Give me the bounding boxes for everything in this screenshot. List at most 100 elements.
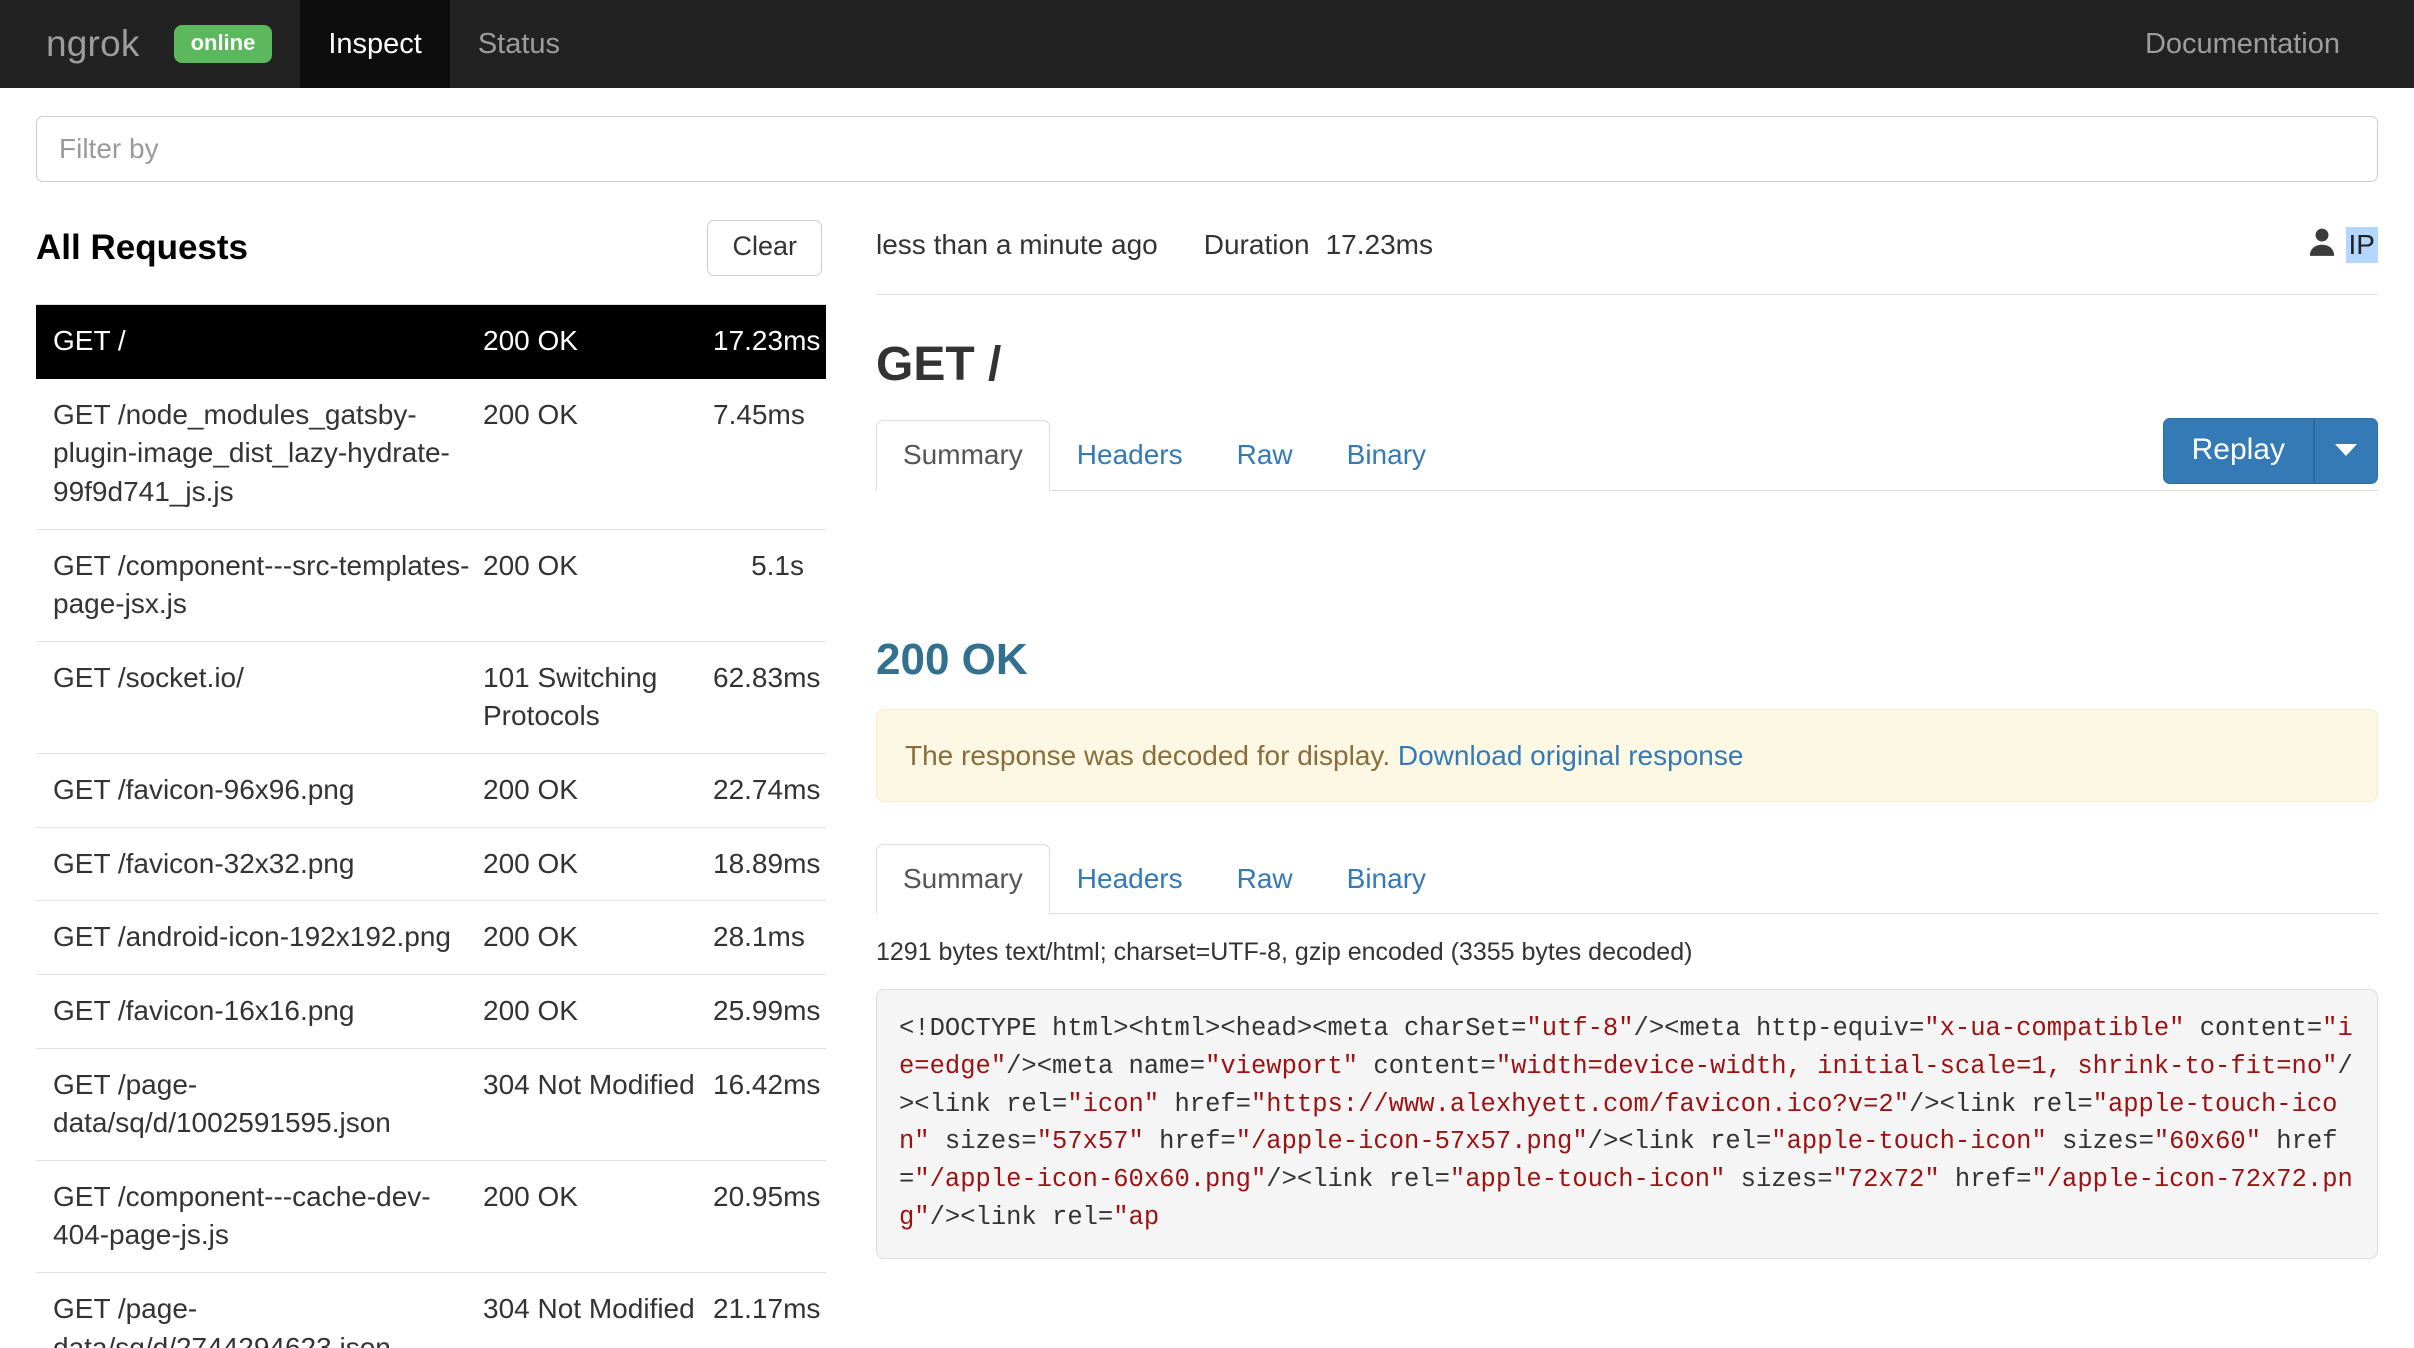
tab-response-raw[interactable]: Raw <box>1210 844 1320 915</box>
timestamp: less than a minute ago <box>876 229 1158 260</box>
request-duration: 22.74ms <box>713 774 821 805</box>
request-duration: 20.95ms <box>713 1180 821 1212</box>
request-status: 304 Not Modified <box>483 1293 695 1324</box>
request-duration: 17.23ms <box>713 325 821 356</box>
response-tabstrip: Summary Headers Raw Binary <box>876 842 2378 915</box>
code-token: "57x57" <box>1036 1127 1144 1157</box>
tab-response-headers[interactable]: Headers <box>1050 844 1210 915</box>
person-icon <box>2308 227 2336 264</box>
request-duration: 21.17ms <box>713 1293 821 1324</box>
meta-divider <box>876 294 2378 295</box>
code-token: "ap <box>1113 1202 1160 1232</box>
duration-label: Duration <box>1203 229 1310 260</box>
request-duration: 18.89ms <box>713 847 821 879</box>
code-token: sizes= <box>929 1127 1037 1157</box>
requests-panel: All Requests Clear GET /200 OK 17.23ms GET… <box>36 208 826 1348</box>
table-row[interactable]: GET /android-icon-192x192.png 200 OK 28.1m… <box>36 901 826 975</box>
nav-tab-inspect[interactable]: Inspect <box>300 0 450 88</box>
tab-request-summary[interactable]: Summary <box>876 420 1050 491</box>
request-uri: GET /socket.io/ <box>53 661 244 693</box>
request-summary-pane <box>876 491 2378 607</box>
tab-request-raw[interactable]: Raw <box>1210 420 1320 491</box>
response-body-meta: 1291 bytes text/html; charset=UTF-8, gzi… <box>876 938 1693 967</box>
request-duration: 16.42ms <box>713 1068 821 1100</box>
navbar-right: Documentation <box>2117 0 2414 88</box>
code-token: content= <box>2184 1014 2323 1044</box>
request-status: 200 OK <box>483 398 578 430</box>
table-row[interactable]: GET /component---cache-dev-404-page-js.j… <box>36 1161 826 1273</box>
table-row[interactable]: GET / 200 OK 17.23ms <box>36 305 826 379</box>
code-token: href= <box>1159 1089 1251 1119</box>
download-original-response-link[interactable]: Download original response <box>1398 740 1744 771</box>
request-duration: 25.99ms <box>713 994 821 1026</box>
status-badge-wrap: online <box>173 0 301 88</box>
code-token: "utf-8" <box>1526 1014 1634 1044</box>
replay-button[interactable]: Replay <box>2162 418 2314 484</box>
request-detail-panel: less than a minute ago Duration 17.23ms … <box>826 208 2378 1346</box>
code-token: "apple-touch-icon" <box>1771 1127 2047 1157</box>
page-body: All Requests Clear GET /200 OK17.23msGET… <box>0 88 2414 1348</box>
clear-button[interactable]: Clear <box>707 220 822 276</box>
nav-link-documentation[interactable]: Documentation <box>2117 28 2368 61</box>
table-row[interactable]: GET /favicon-32x32.png 200 OK 18.89ms <box>36 828 826 902</box>
response-status: 200 OK <box>876 635 1028 684</box>
table-row[interactable]: GET /node_modules_gatsby-plugin-image_di… <box>36 379 826 530</box>
response-body-code[interactable]: <!DOCTYPE html><html><head><meta charSet… <box>876 989 2378 1260</box>
request-uri: GET /android-icon-192x192.png <box>53 921 451 953</box>
tab-response-binary[interactable]: Binary <box>1320 844 1453 915</box>
request-uri: GET /node_modules_gatsby-plugin-image_di… <box>53 398 450 507</box>
client-info: IP <box>2308 227 2378 264</box>
request-uri: GET /favicon-16x16.png <box>53 994 355 1026</box>
table-row[interactable]: GET /favicon-16x16.png 200 OK 25.99ms <box>36 975 826 1049</box>
request-status: 304 Not Modified <box>483 1068 695 1100</box>
filter-input[interactable] <box>36 116 2378 182</box>
duration-value: 17.23ms <box>1325 229 1433 260</box>
code-token: sizes= <box>1725 1165 1833 1195</box>
table-row[interactable]: GET /favicon-96x96.png 200 OK 22.74ms <box>36 754 826 828</box>
request-status: 200 OK <box>483 921 578 953</box>
code-token: /><meta http-equiv= <box>1633 1014 1925 1044</box>
request-status: 200 OK <box>483 847 578 879</box>
request-status: 200 OK <box>483 994 578 1026</box>
code-token: /><link rel= <box>1266 1165 1450 1195</box>
chevron-down-icon <box>2335 444 2357 456</box>
request-uri: GET /component---src-templates-page-jsx.… <box>53 549 470 620</box>
request-uri: GET /page-data/sq/d/1002591595.json <box>53 1068 391 1139</box>
code-token: href= <box>1939 1165 2032 1195</box>
code-token: /><meta name= <box>1006 1051 1206 1081</box>
replay-dropdown-toggle[interactable] <box>2314 418 2378 484</box>
code-token: "icon" <box>1067 1089 1160 1119</box>
code-token: "/apple-icon-57x57.png" <box>1235 1127 1588 1157</box>
request-status: 200 OK <box>483 774 578 805</box>
decode-notice: The response was decoded for display. Do… <box>876 709 2378 803</box>
nav-tab-status[interactable]: Status <box>450 0 588 88</box>
request-duration: 7.45ms <box>713 398 805 430</box>
request-list[interactable]: GET / 200 OK 17.23ms GET /node_modules_gats… <box>36 304 826 1348</box>
tab-request-headers[interactable]: Headers <box>1050 420 1210 491</box>
request-status: 200 OK <box>483 325 578 356</box>
request-title: GET / <box>876 338 1002 391</box>
main-columns: All Requests Clear GET /200 OK 17.23ms GET… <box>36 208 2378 1348</box>
request-duration: 62.83ms <box>713 661 821 693</box>
code-token: /><link rel= <box>929 1202 1114 1232</box>
brand-ngrok[interactable]: ngrok <box>0 0 174 88</box>
request-status: 200 OK <box>483 549 578 581</box>
tab-response-summary[interactable]: Summary <box>876 843 1050 915</box>
request-duration: 28.1ms <box>713 921 805 953</box>
code-token: "https://www.alexhyett.com/favicon.ico?v… <box>1250 1089 1909 1119</box>
table-row[interactable]: GET /component---src-templates-page-jsx.… <box>36 530 826 642</box>
tab-request-binary[interactable]: Binary <box>1320 420 1453 491</box>
request-tabstrip: Summary Headers Raw Binary Replay <box>876 418 2378 491</box>
code-token: "60x60" <box>2153 1127 2261 1157</box>
code-token: <!DOCTYPE html><html><head><meta charSet… <box>899 1014 1527 1044</box>
table-row[interactable]: GET /socket.io/101 Switching Protocols 62… <box>36 642 826 754</box>
code-token: "width=device-width, initial-scale=1, sh… <box>1495 1051 2338 1081</box>
table-row[interactable]: GET /page-data/sq/d/2744294623.json 304 N… <box>36 1273 826 1348</box>
code-token: "x-ua-compatible" <box>1924 1014 2185 1044</box>
code-token: "/apple-icon-60x60.png" <box>914 1165 1267 1195</box>
code-token: "72x72" <box>1832 1165 1940 1195</box>
code-token: /><link rel= <box>1587 1127 1772 1157</box>
request-status: 101 Switching Protocols <box>483 661 658 732</box>
table-row[interactable]: GET /page-data/sq/d/1002591595.json 304 N… <box>36 1049 826 1161</box>
detail-meta-row: less than a minute ago Duration 17.23ms … <box>876 208 2378 282</box>
